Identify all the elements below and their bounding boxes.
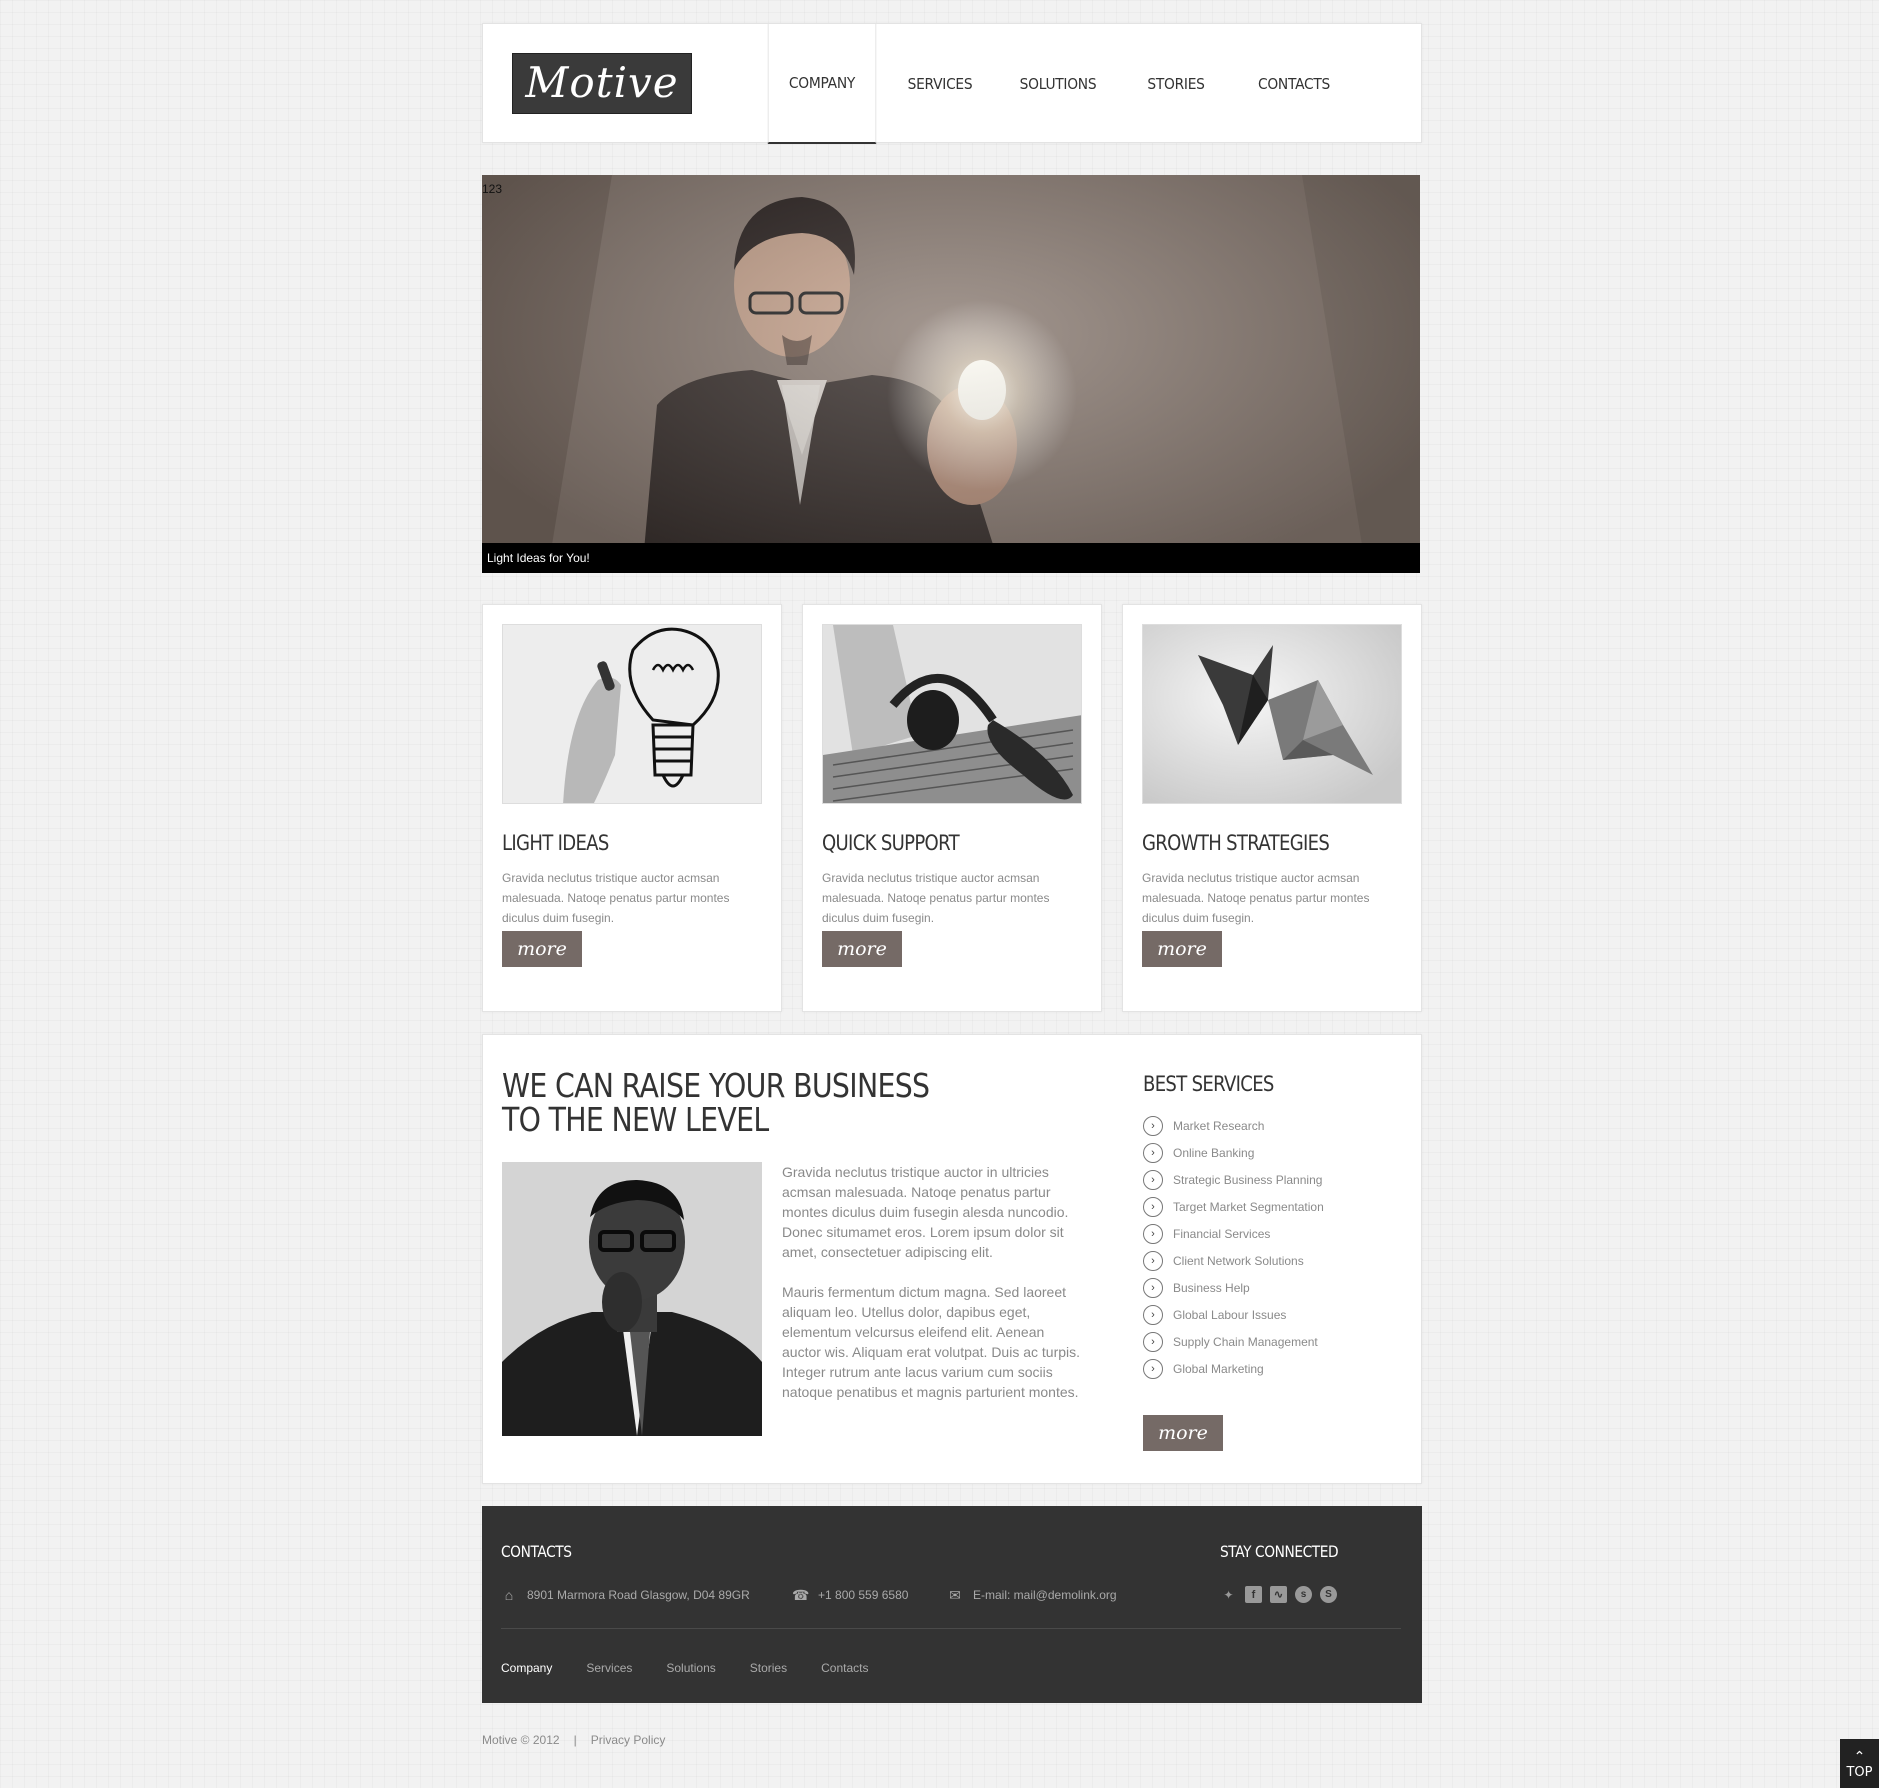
list-item[interactable]: › Strategic Business Planning — [1143, 1166, 1324, 1193]
feature-quick-support: QUICK SUPPORT Gravida neclutus tristique… — [802, 604, 1102, 1012]
footer-nav-stories[interactable]: Stories — [750, 1661, 787, 1675]
footer-contacts-title: CONTACTS — [501, 1542, 572, 1561]
footer: CONTACTS ⌂ 8901 Marmora Road Glasgow, D0… — [482, 1506, 1422, 1703]
list-item[interactable]: › Online Banking — [1143, 1139, 1324, 1166]
caret-up-icon: ⌃ — [1853, 1749, 1866, 1765]
chevron-right-icon: › — [1143, 1331, 1163, 1352]
phone-icon: ☎ — [792, 1587, 810, 1603]
envelope-icon: ✉ — [949, 1587, 961, 1603]
feature-growth-strategies: GROWTH STRATEGIES Gravida neclutus trist… — [1122, 604, 1422, 1012]
hero-slider[interactable]: 123 Light Ideas for You! — [482, 175, 1420, 573]
about-section: WE CAN RAISE YOUR BUSINESS TO THE NEW LE… — [482, 1034, 1422, 1484]
more-button[interactable]: more — [1143, 1415, 1223, 1451]
best-services-list: › Market Research › Online Banking › Strate… — [1143, 1112, 1324, 1382]
stay-connected-title: STAY CONNECTED — [1220, 1542, 1339, 1561]
footer-nav-services[interactable]: Services — [586, 1661, 632, 1675]
nav-stories[interactable]: STORIES — [1122, 24, 1231, 144]
footer-nav-solutions[interactable]: Solutions — [666, 1661, 715, 1675]
list-item[interactable]: › Market Research — [1143, 1112, 1324, 1139]
about-text: Gravida neclutus tristique auctor in ult… — [782, 1162, 1082, 1402]
rss-icon[interactable]: ∿ — [1270, 1586, 1287, 1603]
chevron-right-icon: › — [1143, 1250, 1163, 1271]
nav-solutions[interactable]: SOLUTIONS — [1004, 24, 1113, 144]
list-item[interactable]: › Business Help — [1143, 1274, 1324, 1301]
caption-bar — [482, 543, 1420, 573]
list-item[interactable]: › Global Labour Issues — [1143, 1301, 1324, 1328]
footer-nav-company[interactable]: Company — [501, 1661, 552, 1675]
footer-nav: Company Services Solutions Stories Conta… — [501, 1661, 868, 1675]
chevron-right-icon: › — [1143, 1277, 1163, 1298]
back-to-top-button[interactable]: ⌃ TOP — [1840, 1739, 1879, 1788]
chevron-right-icon: › — [1143, 1169, 1163, 1190]
feature-image-headphones — [822, 624, 1082, 804]
email[interactable]: ✉ E-mail: mail@demolink.org — [947, 1587, 1116, 1603]
footer-nav-contacts[interactable]: Contacts — [821, 1661, 868, 1675]
top-label: TOP — [1846, 1765, 1873, 1780]
hero-shade — [482, 175, 1420, 573]
feature-image-bulb — [502, 624, 762, 804]
chevron-right-icon: › — [1143, 1196, 1163, 1217]
chevron-right-icon: › — [1143, 1223, 1163, 1244]
address: ⌂ 8901 Marmora Road Glasgow, D04 89GR — [501, 1588, 750, 1602]
slide-caption: Light Ideas for You! — [487, 551, 590, 565]
list-item[interactable]: › Client Network Solutions — [1143, 1247, 1324, 1274]
nav-contacts[interactable]: CONTACTS — [1240, 24, 1349, 144]
feature-text: Gravida neclutus tristique auctor acmsan… — [1142, 871, 1370, 925]
more-button[interactable]: more — [1142, 931, 1222, 967]
main-nav: COMPANY SERVICES SOLUTIONS STORIES CONTA… — [763, 24, 1353, 144]
feature-text: Gravida neclutus tristique auctor acmsan… — [822, 871, 1050, 925]
feature-image-origami — [1142, 624, 1402, 804]
more-button[interactable]: more — [502, 931, 582, 967]
list-item[interactable]: › Supply Chain Management — [1143, 1328, 1324, 1355]
privacy-policy-link[interactable]: Privacy Policy — [591, 1733, 666, 1747]
best-services-title: BEST SERVICES — [1143, 1072, 1274, 1096]
chevron-right-icon: › — [1143, 1304, 1163, 1325]
about-paragraph-1: Gravida neclutus tristique auctor in ult… — [782, 1164, 1069, 1260]
twitter-icon[interactable]: ✦ — [1220, 1586, 1237, 1603]
separator: | — [573, 1733, 577, 1747]
social-links: ✦ f ∿ s S — [1220, 1586, 1337, 1603]
heading-line-2: TO THE NEW LEVEL — [502, 1100, 769, 1139]
feature-title: LIGHT IDEAS — [502, 831, 609, 855]
copyright: Motive © 2012 | Privacy Policy — [482, 1733, 665, 1747]
about-paragraph-2: Mauris fermentum dictum magna. Sed laore… — [782, 1284, 1081, 1400]
chevron-right-icon: › — [1143, 1115, 1163, 1136]
headphones-laptop-icon — [823, 625, 1081, 803]
feature-title: QUICK SUPPORT — [822, 831, 960, 855]
facebook-icon[interactable]: f — [1245, 1586, 1262, 1603]
feature-title: GROWTH STRATEGIES — [1142, 831, 1330, 855]
phone: ☎ +1 800 559 6580 — [792, 1587, 909, 1603]
feature-light-ideas: LIGHT IDEAS Gravida neclutus tristique a… — [482, 604, 782, 1012]
copyright-text: Motive © 2012 — [482, 1733, 560, 1747]
skype-icon[interactable]: S — [1320, 1586, 1337, 1603]
chevron-right-icon: › — [1143, 1358, 1163, 1379]
list-item[interactable]: › Financial Services — [1143, 1220, 1324, 1247]
footer-divider — [501, 1628, 1401, 1629]
more-button[interactable]: more — [822, 931, 902, 967]
thinking-man-photo-icon — [502, 1162, 762, 1436]
home-icon: ⌂ — [504, 1587, 514, 1603]
slide-counter: 123 — [482, 182, 503, 196]
lightbulb-drawing-icon — [503, 625, 761, 803]
stumbleupon-icon[interactable]: s — [1295, 1586, 1312, 1603]
portrait-image — [502, 1162, 762, 1436]
nav-services[interactable]: SERVICES — [886, 24, 995, 144]
logo[interactable]: Motive — [512, 53, 692, 114]
list-item[interactable]: › Global Marketing — [1143, 1355, 1324, 1382]
list-item[interactable]: › Target Market Segmentation — [1143, 1193, 1324, 1220]
section-heading: WE CAN RAISE YOUR BUSINESS TO THE NEW LE… — [502, 1069, 930, 1139]
nav-company[interactable]: COMPANY — [767, 24, 877, 144]
feature-text: Gravida neclutus tristique auctor acmsan… — [502, 871, 730, 925]
origami-birds-icon — [1143, 625, 1401, 803]
chevron-right-icon: › — [1143, 1142, 1163, 1163]
header: Motive COMPANY SERVICES SOLUTIONS STORIE… — [482, 23, 1422, 144]
